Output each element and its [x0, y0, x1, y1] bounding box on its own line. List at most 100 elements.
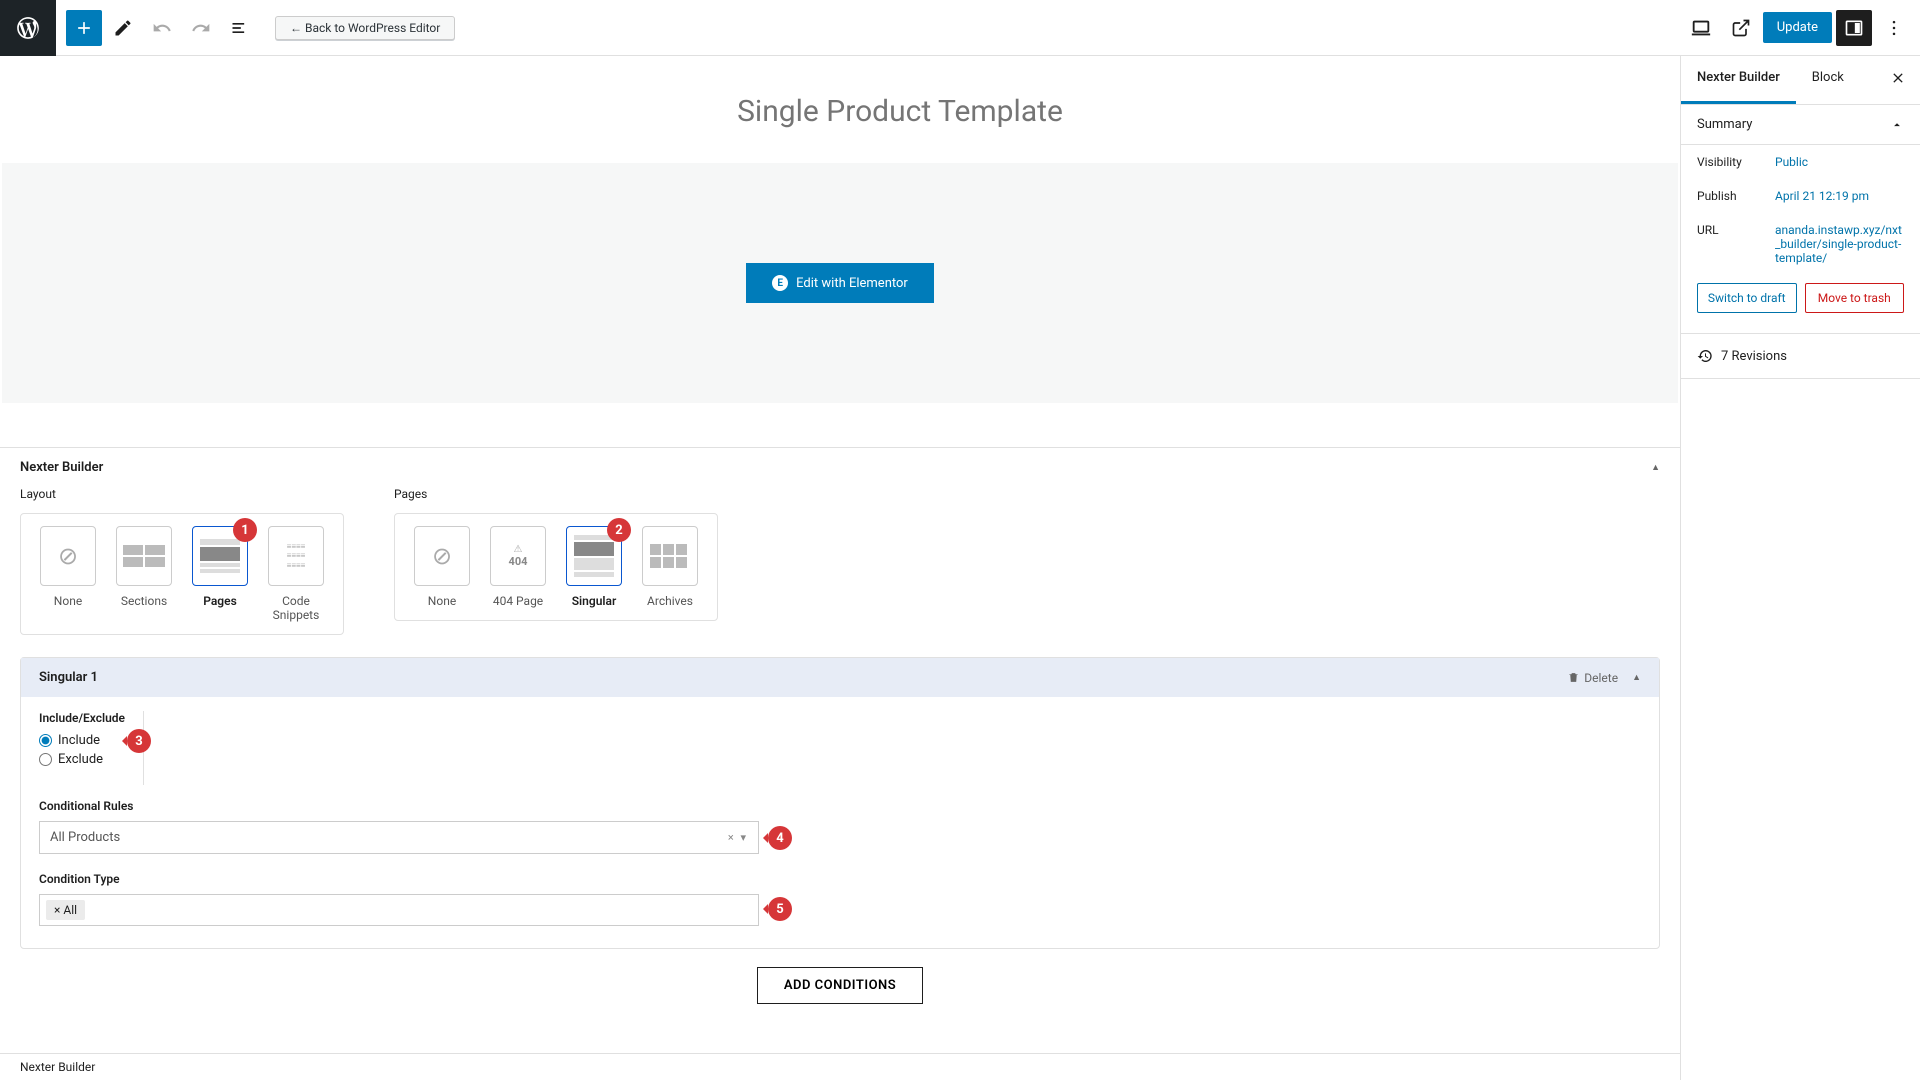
redo-icon — [191, 18, 211, 38]
undo-button[interactable] — [144, 10, 180, 46]
layout-group: Layout ⊘ None Sections 1 — [20, 487, 344, 635]
annotation-badge-4: 4 — [768, 826, 792, 850]
close-icon — [1890, 70, 1906, 86]
update-button[interactable]: Update — [1763, 12, 1832, 43]
footer-breadcrumb: Nexter Builder — [0, 1053, 1680, 1080]
archives-icon — [650, 544, 690, 568]
nexter-panel-header[interactable]: Nexter Builder ▲ — [0, 448, 1680, 487]
cond-rules-select[interactable]: All Products × ▾ 4 — [39, 821, 759, 854]
annotation-badge-1: 1 — [233, 518, 257, 542]
include-radio[interactable]: Include 3 — [39, 733, 125, 748]
layout-label: Layout — [20, 487, 344, 501]
back-to-wp-button[interactable]: ← Back to WordPress Editor — [275, 16, 455, 40]
revisions-row[interactable]: 7 Revisions — [1681, 334, 1920, 379]
plus-icon — [74, 18, 94, 38]
pages-card-archives[interactable]: Archives — [637, 526, 703, 608]
sidebar-icon — [1844, 18, 1864, 38]
singular-body: Include/Exclude Include 3 Exclude — [21, 697, 1659, 948]
none-icon: ⊘ — [58, 542, 78, 570]
toolbar-right: Update — [1683, 10, 1912, 46]
page-title[interactable]: Single Product Template — [120, 94, 1680, 129]
ie-label: Include/Exclude — [39, 711, 125, 725]
nexter-header-label: Nexter Builder — [20, 460, 103, 475]
sidebar-action-buttons: Switch to draft Move to trash — [1681, 275, 1920, 334]
delete-button[interactable]: Delete — [1567, 671, 1618, 685]
tab-nexter-builder[interactable]: Nexter Builder — [1681, 56, 1796, 104]
singular-icon — [574, 535, 614, 577]
pages-icon — [200, 539, 240, 573]
external-link-icon — [1731, 18, 1751, 38]
publish-row[interactable]: Publish April 21 12:19 pm — [1681, 179, 1920, 213]
exclude-radio-input[interactable] — [39, 753, 52, 766]
layout-card-sections[interactable]: Sections — [111, 526, 177, 622]
list-icon — [230, 18, 250, 38]
preview-external-button[interactable] — [1723, 10, 1759, 46]
url-row[interactable]: URL ananda.instawp.xyz/nxt_builder/singl… — [1681, 213, 1920, 275]
redo-button[interactable] — [183, 10, 219, 46]
top-toolbar: ← Back to WordPress Editor Update — [0, 0, 1920, 56]
add-conditions-button[interactable]: ADD CONDITIONS — [757, 967, 923, 1004]
sidebar-tabs: Nexter Builder Block — [1681, 56, 1920, 105]
annotation-badge-5: 5 — [768, 897, 792, 921]
pages-group: Pages ⊘ None ⚠404 404 Page 2 — [394, 487, 718, 635]
annotation-badge-2: 2 — [607, 518, 631, 542]
edit-elementor-button[interactable]: E Edit with Elementor — [746, 263, 934, 303]
exclude-radio[interactable]: Exclude — [39, 752, 125, 767]
visibility-row[interactable]: Visibility Public — [1681, 145, 1920, 179]
pages-cards: ⊘ None ⚠404 404 Page 2 Singular — [394, 513, 718, 621]
singular-header[interactable]: Singular 1 Delete ▲ — [21, 658, 1659, 697]
pencil-icon — [113, 18, 133, 38]
canvas-block: E Edit with Elementor — [2, 163, 1678, 403]
condition-type-block: Condition Type × All 5 — [21, 858, 1659, 930]
include-exclude-group: Include/Exclude Include 3 Exclude — [21, 711, 144, 785]
cond-type-label: Condition Type — [39, 872, 1641, 886]
elementor-btn-label: Edit with Elementor — [796, 276, 908, 291]
trash-icon — [1567, 671, 1580, 684]
collapse-icon[interactable]: ▲ — [1632, 672, 1641, 683]
toolbar-left: ← Back to WordPress Editor — [66, 10, 455, 46]
undo-icon — [152, 18, 172, 38]
history-icon — [1697, 348, 1713, 364]
layout-cards: ⊘ None Sections 1 Pages — [20, 513, 344, 635]
pages-card-singular[interactable]: 2 Singular — [561, 526, 627, 608]
sidebar-close-button[interactable] — [1876, 56, 1920, 104]
list-view-button[interactable] — [222, 10, 258, 46]
pages-card-404[interactable]: ⚠404 404 Page — [485, 526, 551, 608]
editor-canvas: Single Product Template E Edit with Elem… — [0, 56, 1680, 1080]
title-area: Single Product Template — [0, 56, 1680, 163]
wp-logo[interactable] — [0, 0, 56, 56]
pages-label: Pages — [394, 487, 718, 501]
settings-sidebar: Nexter Builder Block Summary Visibility … — [1680, 56, 1920, 1080]
add-block-button[interactable] — [66, 10, 102, 46]
code-icon: ≡≡≡≡≡≡≡≡≡≡≡≡ — [287, 542, 306, 571]
collapse-icon: ▲ — [1651, 462, 1660, 473]
include-radio-input[interactable] — [39, 734, 52, 747]
settings-sidebar-toggle[interactable] — [1836, 10, 1872, 46]
cond-type-tag[interactable]: × All — [46, 900, 85, 920]
pages-card-none[interactable]: ⊘ None — [409, 526, 475, 608]
layout-card-pages[interactable]: 1 Pages — [187, 526, 253, 622]
chevron-up-icon — [1890, 118, 1904, 132]
elementor-icon: E — [772, 275, 788, 291]
404-icon: ⚠404 — [509, 544, 528, 568]
dots-vertical-icon — [1884, 18, 1904, 38]
layout-card-code[interactable]: ≡≡≡≡≡≡≡≡≡≡≡≡ Code Snippets — [263, 526, 329, 622]
none-icon: ⊘ — [432, 542, 452, 570]
select-clear-dropdown-icon[interactable]: × ▾ — [728, 831, 748, 844]
layout-card-none[interactable]: ⊘ None — [35, 526, 101, 622]
more-options-button[interactable] — [1876, 10, 1912, 46]
singular-title: Singular 1 — [39, 670, 98, 685]
move-to-trash-button[interactable]: Move to trash — [1805, 283, 1905, 313]
cond-type-select[interactable]: × All 5 — [39, 894, 759, 926]
device-preview-button[interactable] — [1683, 10, 1719, 46]
sections-icon — [121, 545, 167, 567]
cond-rules-label: Conditional Rules — [39, 799, 1641, 813]
nexter-body: Layout ⊘ None Sections 1 — [0, 487, 1680, 1024]
singular-panel: Singular 1 Delete ▲ Include/Exclude — [20, 657, 1660, 949]
laptop-icon — [1690, 17, 1712, 39]
switch-to-draft-button[interactable]: Switch to draft — [1697, 283, 1797, 313]
summary-header[interactable]: Summary — [1681, 105, 1920, 145]
tab-block[interactable]: Block — [1796, 56, 1860, 104]
edit-mode-button[interactable] — [105, 10, 141, 46]
annotation-badge-3: 3 — [127, 729, 151, 753]
